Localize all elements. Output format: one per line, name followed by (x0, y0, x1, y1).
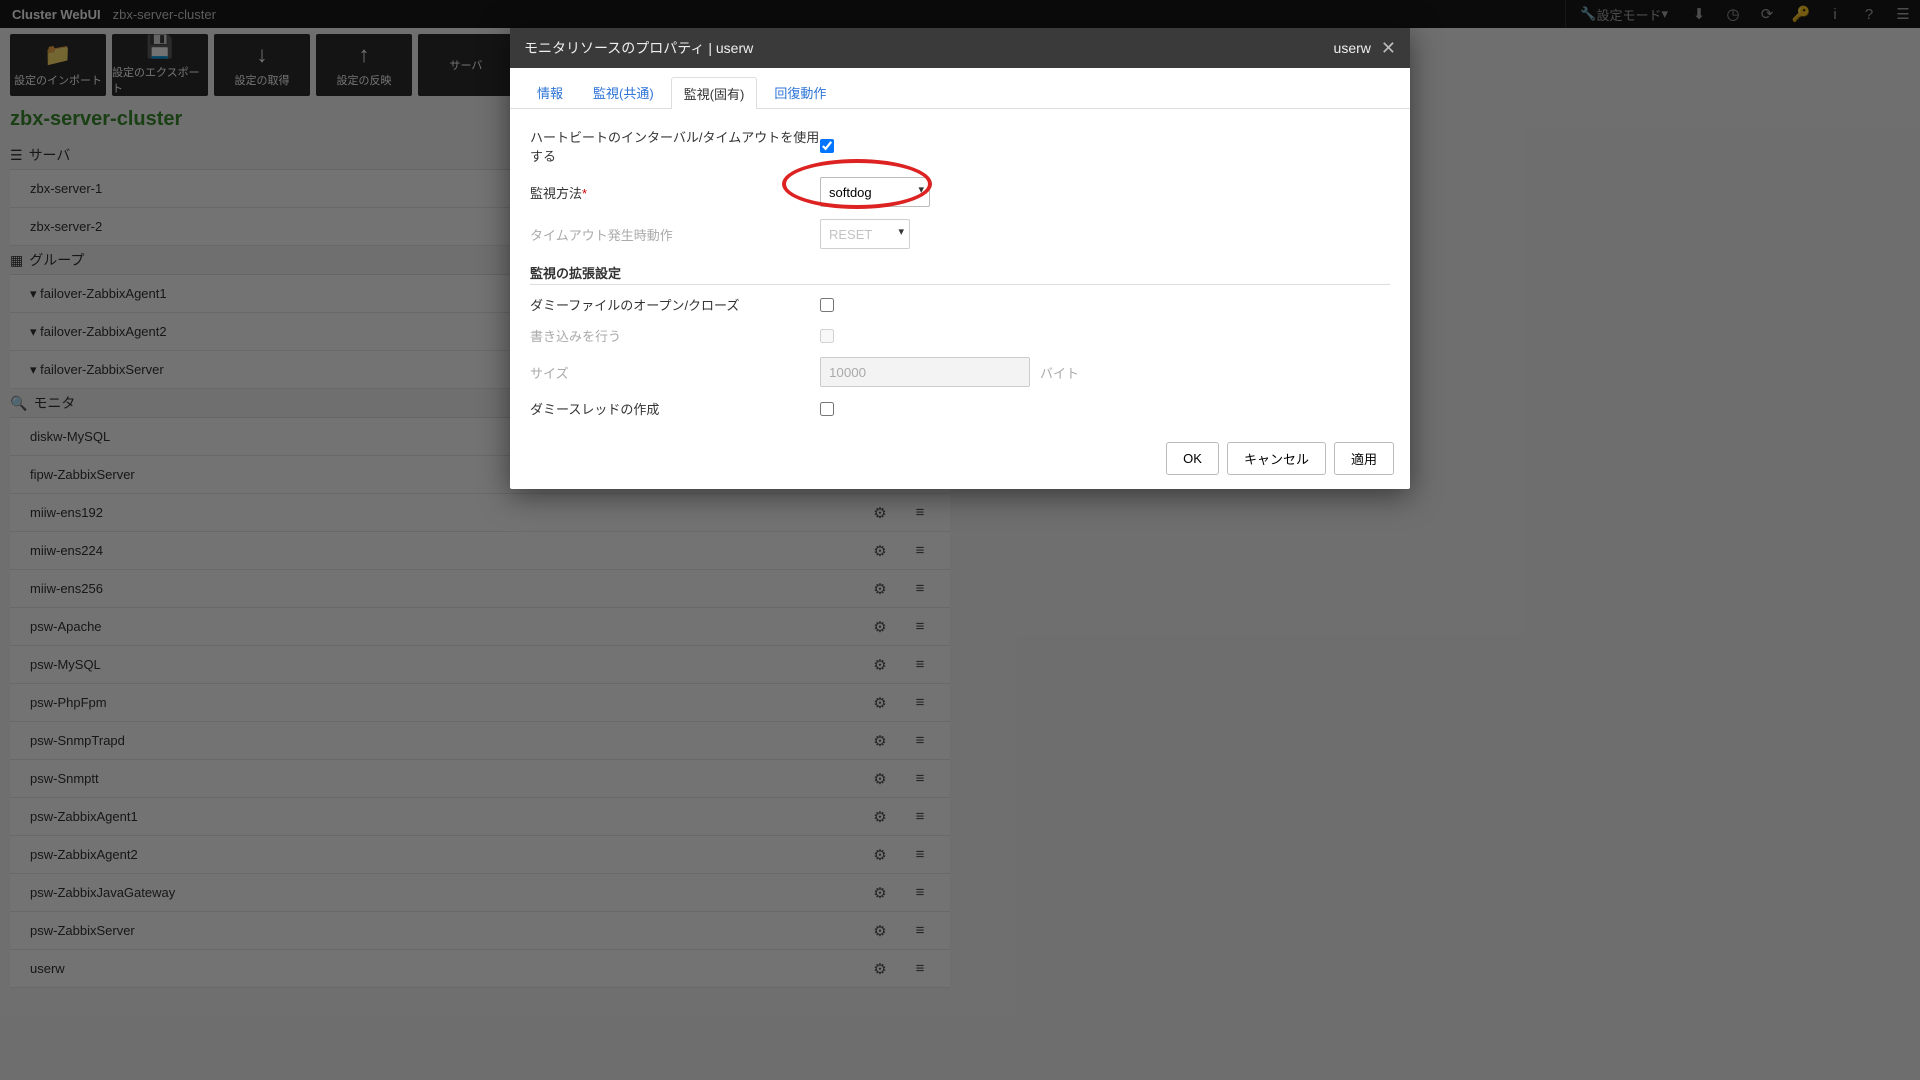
modal-header: モニタリソースのプロパティ | userw userw ✕ (510, 28, 1410, 68)
label-size-unit: バイト (1040, 363, 1079, 382)
label-dummy-file: ダミーファイルのオープン/クローズ (530, 295, 820, 314)
close-icon[interactable]: ✕ (1381, 38, 1396, 59)
apply-button[interactable]: 適用 (1334, 442, 1394, 475)
label-hb-use: ハートビートのインターバル/タイムアウトを使用する (530, 127, 820, 165)
checkbox-hb-use[interactable] (820, 139, 834, 153)
label-ext-hdr: 監視の拡張設定 (530, 255, 1390, 285)
tab-info[interactable]: 情報 (524, 76, 576, 108)
checkbox-dummy-thread[interactable] (820, 402, 834, 416)
label-dummy-thread: ダミースレッドの作成 (530, 399, 820, 418)
modal-title: モニタリソースのプロパティ | userw (524, 38, 753, 58)
cancel-button[interactable]: キャンセル (1227, 442, 1326, 475)
tab-recovery[interactable]: 回復動作 (761, 76, 839, 108)
input-size (820, 357, 1030, 387)
label-method: 監視方法* (530, 183, 820, 202)
checkbox-dummy-file[interactable] (820, 298, 834, 312)
modal-overlay: モニタリソースのプロパティ | userw userw ✕ 情報 監視(共通) … (0, 0, 1920, 1080)
ok-button[interactable]: OK (1166, 442, 1219, 475)
modal-name-right: userw (1334, 40, 1371, 56)
label-do-write: 書き込みを行う (530, 326, 820, 345)
tab-monitor-specific[interactable]: 監視(固有) (671, 77, 758, 109)
label-timeout-action: タイムアウト発生時動作 (530, 225, 820, 244)
select-timeout-action: RESET (820, 219, 910, 249)
label-size: サイズ (530, 363, 820, 382)
tab-monitor-common[interactable]: 監視(共通) (580, 76, 667, 108)
modal-tabs: 情報 監視(共通) 監視(固有) 回復動作 (510, 68, 1410, 109)
select-method[interactable]: softdog (820, 177, 930, 207)
checkbox-do-write (820, 329, 834, 343)
modal: モニタリソースのプロパティ | userw userw ✕ 情報 監視(共通) … (510, 28, 1410, 489)
